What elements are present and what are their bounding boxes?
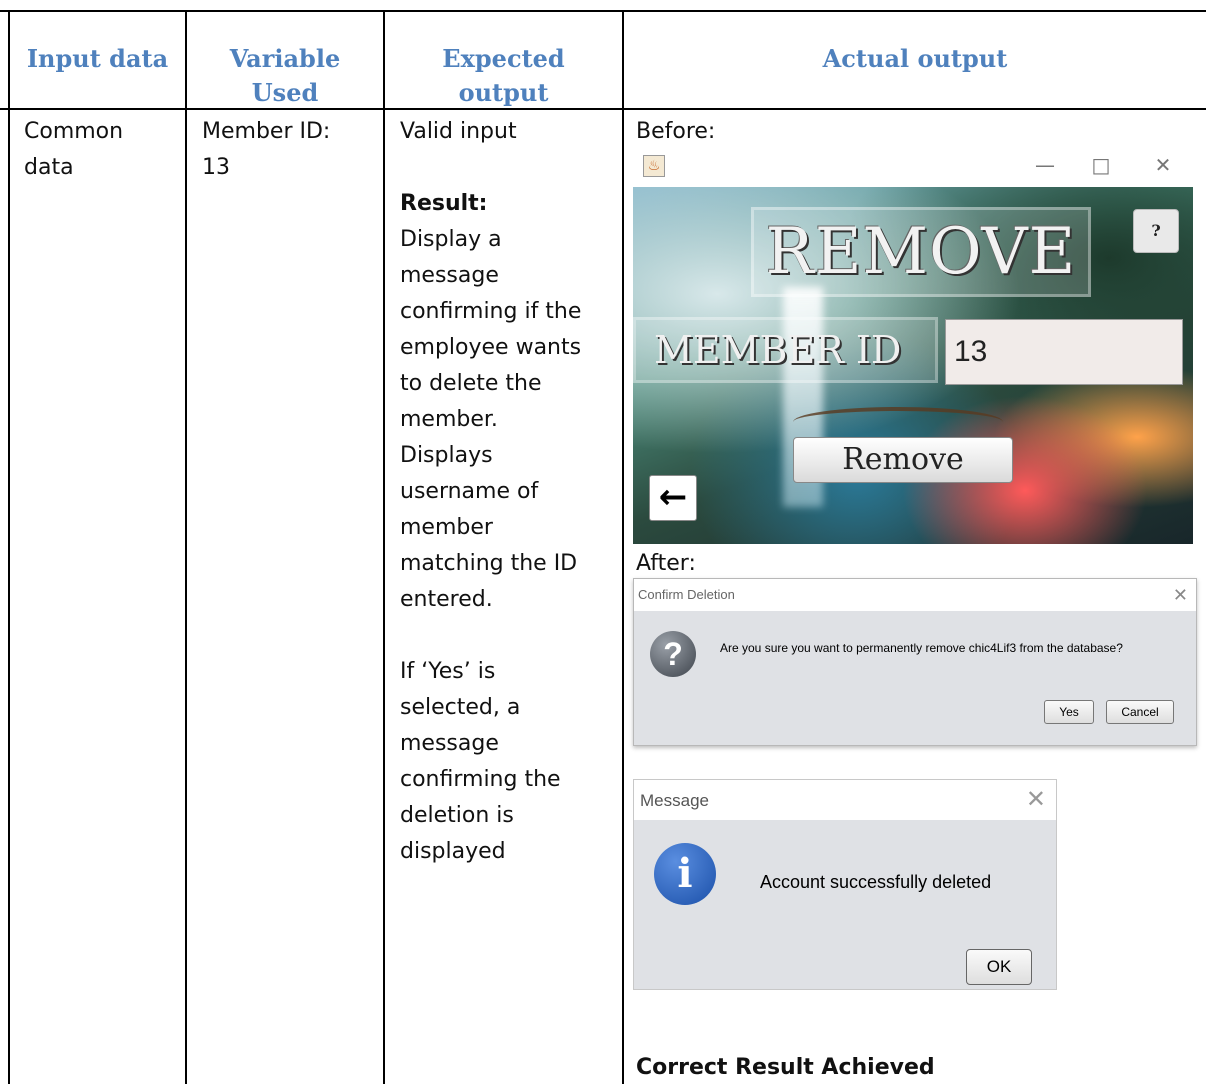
- close-icon[interactable]: ✕: [1173, 579, 1188, 611]
- cell-variable-used: Member ID: 13: [202, 114, 382, 186]
- expected-line-b1: selected, a: [400, 695, 521, 720]
- yes-button[interactable]: Yes: [1044, 700, 1094, 724]
- expected-line-a1: message: [400, 263, 499, 288]
- header-variable-used: Variable Used: [187, 42, 383, 110]
- back-arrow-button[interactable]: ←: [649, 475, 697, 521]
- java-icon: ♨: [643, 155, 665, 177]
- table-col-line-1: [185, 10, 187, 1084]
- minimize-button[interactable]: —: [1025, 153, 1065, 177]
- header-expected-output: Expected output: [385, 42, 622, 110]
- help-button[interactable]: ?: [1133, 209, 1179, 253]
- remove-title: REMOVE: [751, 207, 1091, 297]
- header-actual-output-text: Actual output: [822, 44, 1008, 73]
- remove-button[interactable]: Remove: [793, 437, 1013, 483]
- expected-line-a7: username of: [400, 479, 539, 504]
- table-col-line-3: [622, 10, 624, 1084]
- expected-result-label: Result:: [400, 191, 488, 216]
- header-input-data-text: Input data: [26, 44, 169, 73]
- expected-line-b2: message: [400, 731, 499, 756]
- after-label: After:: [636, 551, 696, 576]
- header-expected-output-line1: Expected: [442, 44, 565, 73]
- expected-line-b0: If ‘Yes’ is: [400, 659, 496, 684]
- header-variable-used-line1: Variable: [229, 44, 341, 73]
- expected-line-a6: Displays: [400, 443, 493, 468]
- cell-input-data: Common data: [24, 114, 184, 186]
- ok-button[interactable]: OK: [966, 949, 1032, 985]
- member-id-label: MEMBER ID: [633, 317, 938, 383]
- header-variable-used-line2: Used: [251, 78, 319, 107]
- expected-line-a9: matching the ID: [400, 551, 578, 576]
- info-icon: i: [654, 843, 716, 905]
- expected-line-b5: displayed: [400, 839, 506, 864]
- back-arrow-icon: ←: [658, 477, 688, 517]
- expected-line-a0: Display a: [400, 227, 502, 252]
- cancel-button[interactable]: Cancel: [1106, 700, 1174, 724]
- header-expected-output-line2: output: [458, 78, 549, 107]
- fantasy-background-image: REMOVE ? MEMBER ID 13 Remove ←: [633, 187, 1193, 544]
- table-col-line-0: [8, 10, 10, 1084]
- variable-line2: 13: [202, 155, 230, 180]
- input-data-line1: Common: [24, 119, 124, 144]
- cell-expected-output: Valid input Result: Display a message co…: [400, 114, 622, 870]
- remove-window-screenshot: ♨ — □ ✕ REMOVE ? MEMBER ID 13 Remove ←: [633, 147, 1193, 544]
- conclusion-text: Correct Result Achieved: [636, 1055, 935, 1080]
- expected-line-a10: entered.: [400, 587, 493, 612]
- confirm-dialog-title: Confirm Deletion: [638, 587, 735, 602]
- remove-window-titlebar: ♨ — □ ✕: [633, 147, 1193, 187]
- before-label: Before:: [636, 119, 716, 144]
- message-dialog-text: Account successfully deleted: [760, 872, 992, 892]
- expected-line-b4: deletion is: [400, 803, 514, 828]
- expected-line-b3: confirming the: [400, 767, 561, 792]
- confirm-dialog-message: Are you sure you want to permanently rem…: [720, 641, 1123, 655]
- variable-line1: Member ID:: [202, 119, 331, 144]
- expected-valid-input: Valid input: [400, 119, 517, 144]
- table-col-line-2: [383, 10, 385, 1084]
- input-data-line2: data: [24, 155, 74, 180]
- maximize-button[interactable]: □: [1081, 153, 1121, 177]
- header-input-data: Input data: [10, 42, 185, 76]
- expected-line-a8: member: [400, 515, 493, 540]
- close-icon[interactable]: ✕: [1026, 780, 1046, 820]
- expected-line-a2: confirming if the: [400, 299, 582, 324]
- header-actual-output: Actual output: [624, 42, 1206, 76]
- member-id-input[interactable]: 13: [945, 319, 1183, 385]
- message-dialog-titlebar: Message ✕: [634, 780, 1056, 820]
- expected-line-a5: member.: [400, 407, 498, 432]
- bridge-decoration: [793, 407, 1003, 437]
- confirm-dialog-titlebar: Confirm Deletion ✕: [634, 579, 1196, 611]
- close-button[interactable]: ✕: [1143, 153, 1183, 177]
- table-border-top: [0, 10, 1206, 12]
- message-dialog-title: Message: [640, 791, 709, 810]
- message-dialog: Message ✕ i Account successfully deleted…: [633, 779, 1057, 990]
- expected-line-a3: employee wants: [400, 335, 582, 360]
- expected-line-a4: to delete the: [400, 371, 542, 396]
- confirm-deletion-dialog: Confirm Deletion ✕ ? Are you sure you wa…: [633, 578, 1197, 746]
- question-icon: ?: [650, 631, 696, 677]
